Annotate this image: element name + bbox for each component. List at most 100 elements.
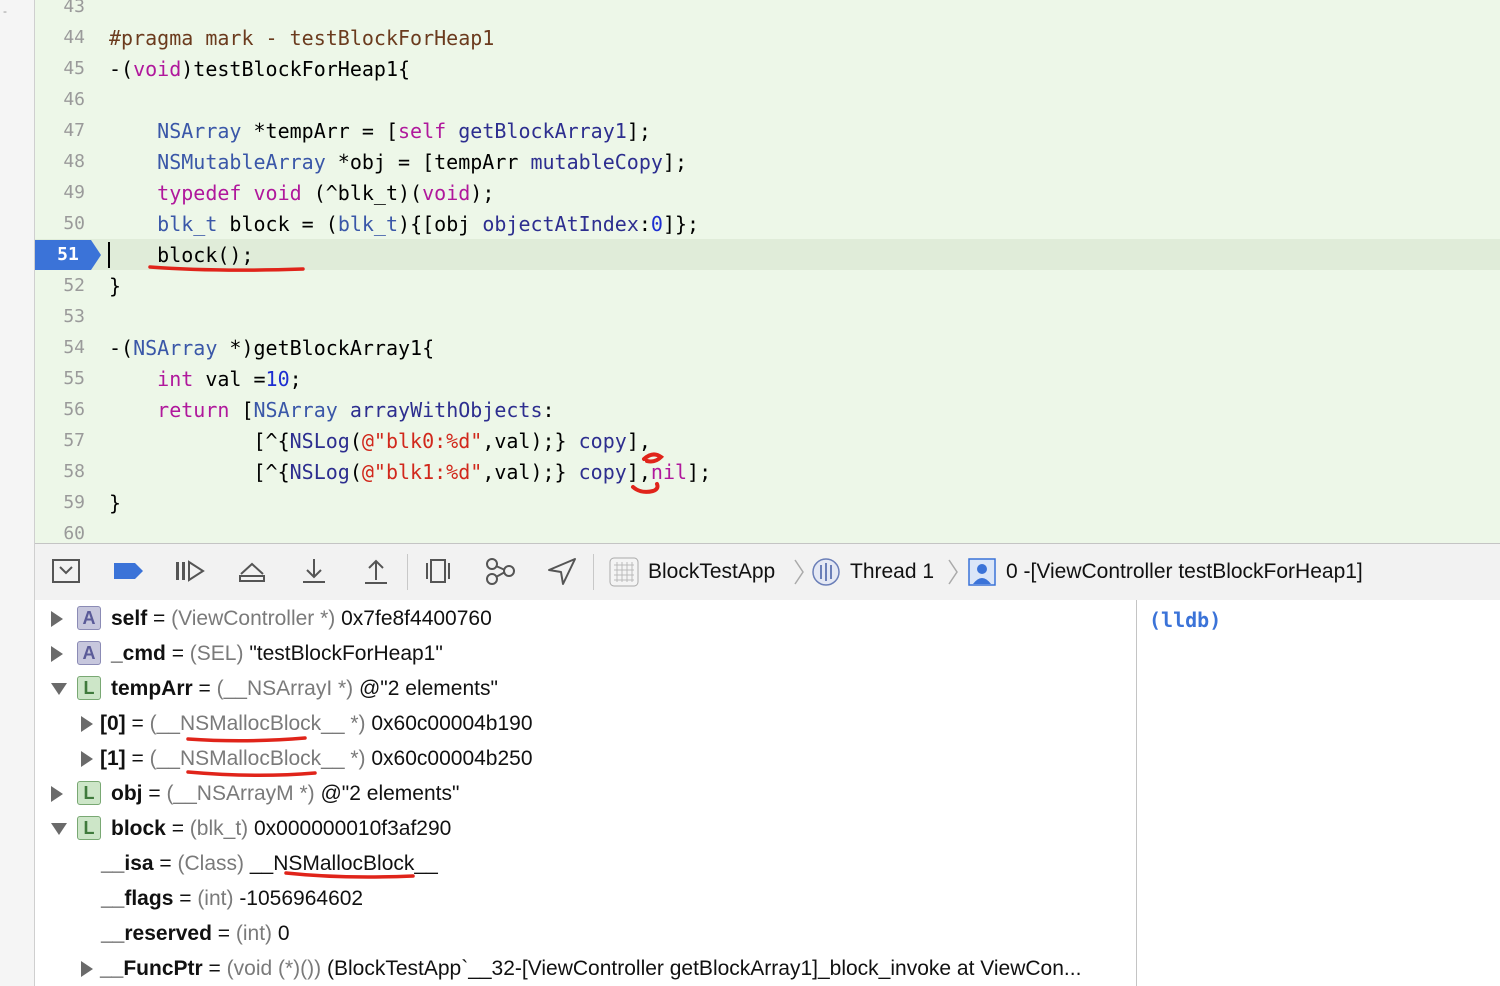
variable-value: 0x7fe8f4400760 bbox=[335, 607, 492, 630]
line-number[interactable]: 55 bbox=[35, 368, 85, 390]
variable-row[interactable]: LtempArr = (__NSArrayI *) @"2 elements" bbox=[35, 671, 1136, 706]
variable-value: @"2 elements" bbox=[314, 782, 460, 805]
code-text: -(NSArray *)getBlockArray1{ bbox=[109, 336, 435, 360]
simulate-location-icon[interactable] bbox=[545, 556, 579, 586]
code-line[interactable]: 55 int val =10; bbox=[35, 363, 1500, 394]
step-over-icon[interactable] bbox=[235, 556, 269, 586]
line-number[interactable]: 50 bbox=[35, 213, 85, 235]
breadcrumb-frame[interactable]: 0 -[ViewController testBlockForHeap1] bbox=[1006, 559, 1363, 585]
line-number[interactable]: 57 bbox=[35, 430, 85, 452]
line-number[interactable]: 52 bbox=[35, 275, 85, 297]
hide-debug-area-icon[interactable] bbox=[49, 556, 83, 586]
disclosure-collapsed-icon[interactable] bbox=[81, 751, 93, 767]
stack-frame-icon[interactable] bbox=[967, 557, 997, 587]
local-badge-icon: L bbox=[77, 676, 101, 700]
equals-sign: = bbox=[147, 607, 172, 630]
variable-row[interactable]: __reserved = (int) 0 bbox=[35, 916, 1136, 951]
code-line[interactable]: 60 bbox=[35, 518, 1500, 543]
code-line[interactable]: 49 typedef void (^blk_t)(void); bbox=[35, 177, 1500, 208]
code-line[interactable]: 43 bbox=[35, 0, 1500, 22]
line-number[interactable]: 45 bbox=[35, 58, 85, 80]
disclosure-collapsed-icon[interactable] bbox=[51, 646, 63, 662]
line-number[interactable]: 43 bbox=[35, 0, 85, 18]
annotation-mark-copy-2 bbox=[631, 482, 660, 494]
breadcrumb-thread[interactable]: Thread 1 bbox=[850, 559, 934, 585]
breakpoints-toggle-icon[interactable] bbox=[111, 556, 145, 586]
disclosure-expanded-icon[interactable] bbox=[51, 683, 67, 695]
code-line[interactable]: 54 -(NSArray *)getBlockArray1{ bbox=[35, 332, 1500, 363]
variable-name: block bbox=[111, 817, 166, 840]
code-text: int val =10; bbox=[157, 367, 302, 391]
variable-row[interactable]: __flags = (int) -1056964602 bbox=[35, 881, 1136, 916]
code-line[interactable]: 46 bbox=[35, 84, 1500, 115]
line-number[interactable]: 58 bbox=[35, 461, 85, 483]
lldb-console[interactable]: (lldb) bbox=[1137, 600, 1500, 986]
line-number[interactable]: 54 bbox=[35, 337, 85, 359]
variable-type: (void (*)()) bbox=[226, 957, 322, 980]
variable-row[interactable]: Lblock = (blk_t) 0x000000010f3af290 bbox=[35, 811, 1136, 846]
code-line[interactable]: 53 bbox=[35, 301, 1500, 332]
breadcrumb-app[interactable]: BlockTestApp bbox=[648, 559, 775, 585]
memory-graph-icon[interactable] bbox=[483, 556, 517, 586]
current-line-number: 51 bbox=[57, 244, 79, 265]
code-line[interactable]: 44 #pragma mark - testBlockForHeap1 bbox=[35, 22, 1500, 53]
line-number[interactable]: 49 bbox=[35, 182, 85, 204]
variable-row[interactable]: Lobj = (__NSArrayM *) @"2 elements" bbox=[35, 776, 1136, 811]
argument-badge-icon: A bbox=[77, 641, 101, 665]
disclosure-collapsed-icon[interactable] bbox=[81, 961, 93, 977]
variable-type: (SEL) bbox=[189, 642, 244, 665]
continue-icon[interactable] bbox=[173, 556, 207, 586]
line-number[interactable]: 60 bbox=[35, 523, 85, 543]
variable-text: obj = (__NSArrayM *) @"2 elements" bbox=[111, 776, 459, 811]
code-line[interactable]: 48 NSMutableArray *obj = [tempArr mutabl… bbox=[35, 146, 1500, 177]
line-number[interactable]: 48 bbox=[35, 151, 85, 173]
step-out-icon[interactable] bbox=[359, 556, 393, 586]
line-number[interactable]: 47 bbox=[35, 120, 85, 142]
code-text: } bbox=[109, 491, 122, 515]
variable-row[interactable]: A _cmd = (SEL) "testBlockForHeap1" bbox=[35, 636, 1136, 671]
app-icon[interactable] bbox=[609, 557, 639, 587]
variable-name: __flags bbox=[101, 887, 174, 910]
variable-value: 0x000000010f3af290 bbox=[248, 817, 452, 840]
disclosure-collapsed-icon[interactable] bbox=[51, 786, 63, 802]
disclosure-collapsed-icon[interactable] bbox=[51, 611, 63, 627]
code-line[interactable]: 45 -(void)testBlockForHeap1{ bbox=[35, 53, 1500, 84]
disclosure-collapsed-icon[interactable] bbox=[81, 716, 93, 732]
annotation-underline-malloc-1 bbox=[186, 770, 317, 778]
disclosure-expanded-icon[interactable] bbox=[51, 823, 67, 835]
step-into-icon[interactable] bbox=[297, 556, 331, 586]
code-line[interactable]: 50 blk_t block = (blk_t){[obj objectAtIn… bbox=[35, 208, 1500, 239]
code-line[interactable]: 58 [^{NSLog(@"blk1:%d",val);} copy],nil]… bbox=[35, 456, 1500, 487]
local-badge-icon: L bbox=[77, 816, 101, 840]
code-line[interactable]: 59} bbox=[35, 487, 1500, 518]
line-number[interactable]: 56 bbox=[35, 399, 85, 421]
variable-row[interactable]: Aself = (ViewController *) 0x7fe8f440076… bbox=[35, 601, 1136, 636]
view-hierarchy-icon[interactable] bbox=[421, 556, 455, 586]
toolbar-separator bbox=[593, 554, 594, 590]
variable-type: (int) bbox=[235, 922, 273, 945]
variable-name: tempArr bbox=[111, 677, 193, 700]
code-line[interactable]: 57 [^{NSLog(@"blk0:%d",val);} copy], bbox=[35, 425, 1500, 456]
toolbar-separator bbox=[407, 554, 408, 590]
variable-row[interactable]: __isa = (Class) __NSMallocBlock__ bbox=[35, 846, 1136, 881]
line-number[interactable]: 44 bbox=[35, 27, 85, 49]
source-editor[interactable]: 43 44 #pragma mark - testBlockForHeap1 45 -(… bbox=[35, 0, 1500, 543]
code-text: [^{NSLog(@"blk0:%d",val);} copy], bbox=[109, 429, 651, 453]
variable-text: __reserved = (int) 0 bbox=[101, 916, 290, 951]
equals-sign: = bbox=[125, 712, 150, 735]
variable-row[interactable]: __FuncPtr = (void (*)()) (BlockTestApp`_… bbox=[35, 951, 1136, 986]
code-line[interactable]: 47 NSArray *tempArr = [self getBlockArra… bbox=[35, 115, 1500, 146]
strip-mark: - bbox=[3, 4, 7, 18]
variable-text: block = (blk_t) 0x000000010f3af290 bbox=[111, 811, 451, 846]
code-line[interactable]: 52} bbox=[35, 270, 1500, 301]
line-number[interactable]: 59 bbox=[35, 492, 85, 514]
variable-type: (int) bbox=[197, 887, 234, 910]
annotation-underline-block-call bbox=[148, 265, 305, 272]
line-number[interactable]: 53 bbox=[35, 306, 85, 328]
variables-view[interactable]: Aself = (ViewController *) 0x7fe8f440076… bbox=[35, 600, 1136, 986]
equals-sign: = bbox=[125, 747, 150, 770]
variable-name: __FuncPtr bbox=[100, 957, 203, 980]
code-line[interactable]: 56 return [NSArray arrayWithObjects: bbox=[35, 394, 1500, 425]
line-number[interactable]: 46 bbox=[35, 89, 85, 111]
thread-icon[interactable] bbox=[811, 557, 841, 587]
